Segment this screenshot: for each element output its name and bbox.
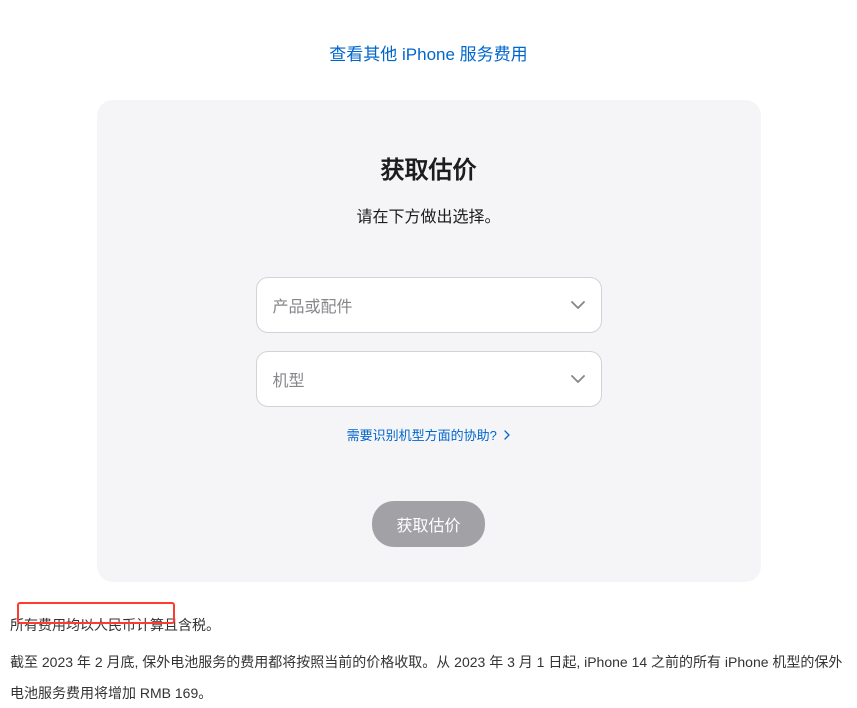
card-title: 获取估价	[137, 150, 721, 185]
other-services-link[interactable]: 查看其他 iPhone 服务费用	[329, 45, 527, 64]
model-select-wrapper: 机型	[256, 351, 602, 407]
product-select-placeholder: 产品或配件	[273, 293, 353, 317]
footer-text: 所有费用均以人民币计算且含税。 截至 2023 年 2 月底, 保外电池服务的费…	[0, 582, 857, 708]
top-link-container: 查看其他 iPhone 服务费用	[0, 0, 857, 100]
chevron-down-icon	[571, 296, 585, 314]
identify-model-help-link[interactable]: 需要识别机型方面的协助?	[347, 428, 511, 443]
model-select[interactable]: 机型	[256, 351, 602, 407]
card-subtitle: 请在下方做出选择。	[137, 203, 721, 227]
model-select-placeholder: 机型	[273, 367, 305, 391]
estimate-card: 获取估价 请在下方做出选择。 产品或配件 机型 需要识别机型方面的协助? 获取估…	[97, 100, 761, 582]
help-link-container: 需要识别机型方面的协助?	[137, 425, 721, 445]
help-link-label: 需要识别机型方面的协助?	[347, 428, 497, 443]
chevron-right-icon	[504, 428, 510, 443]
footer-line2: 截至 2023 年 2 月底, 保外电池服务的费用都将按照当前的价格收取。从 2…	[10, 647, 847, 708]
footer-line1: 所有费用均以人民币计算且含税。	[10, 610, 847, 641]
product-select-wrapper: 产品或配件	[256, 277, 602, 333]
chevron-down-icon	[571, 370, 585, 388]
get-estimate-button[interactable]: 获取估价	[372, 501, 484, 547]
product-select[interactable]: 产品或配件	[256, 277, 602, 333]
